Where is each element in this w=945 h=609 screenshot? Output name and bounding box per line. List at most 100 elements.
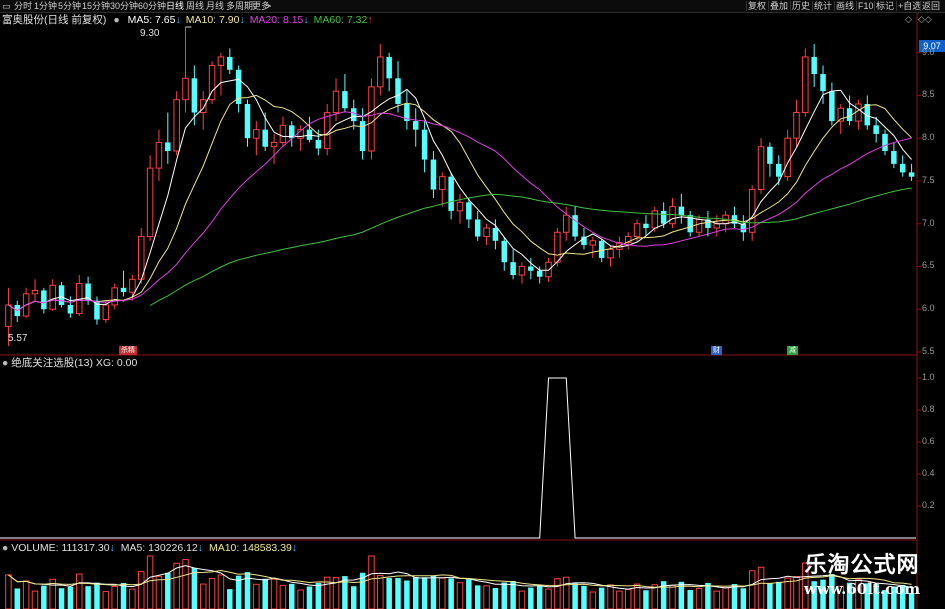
ma-legend-item-2: MA20: 8.15↓ xyxy=(250,14,309,26)
candle-body-down xyxy=(165,142,171,152)
volume-bar-down xyxy=(412,576,419,609)
candle-body-up xyxy=(633,223,641,238)
volume-bar-down xyxy=(306,586,313,609)
ma-legend-item-3: MA60: 7.32↑ xyxy=(314,14,373,26)
volume-bar-down xyxy=(227,589,233,609)
candle-body-down xyxy=(41,290,47,310)
ma-legend-arrow: ↑ xyxy=(367,14,373,26)
main-y-tick-label: 8.0 xyxy=(922,132,935,143)
candle-body-up xyxy=(279,124,287,143)
ma-legend-arrow: ↓ xyxy=(175,14,181,26)
candle-body-up xyxy=(377,56,384,88)
volume-bar-up xyxy=(722,587,729,609)
volume-bar-up xyxy=(102,591,110,609)
candle-body-up xyxy=(669,206,676,225)
ma-legend-arrow: ↓ xyxy=(303,14,309,26)
main-y-tick-label: 5.5 xyxy=(922,346,935,356)
volume-bar-down xyxy=(705,582,711,609)
volume-bar-down xyxy=(731,584,738,609)
candle-body-down xyxy=(421,129,428,160)
volume-bar-down xyxy=(85,586,91,609)
volume-label: VOLUME: xyxy=(11,542,59,554)
volume-bar-down xyxy=(687,590,693,609)
chart-svg xyxy=(0,13,921,609)
candle-body-up xyxy=(439,176,446,190)
event-tag-finance[interactable]: 财 xyxy=(711,346,722,355)
volume-bar-down xyxy=(94,582,100,609)
indicator-y-tick-label: 0.2 xyxy=(922,500,935,510)
indicator-y-tick-label: 0.8 xyxy=(922,404,935,414)
arrows-icon[interactable]: ◇◇ xyxy=(918,13,940,25)
ma-legend-value: 7.90 xyxy=(219,14,240,26)
main-y-tick-label: 6.0 xyxy=(922,303,935,314)
volume-bar-up xyxy=(31,590,39,609)
candle-body-down xyxy=(767,146,773,164)
candle-body-down xyxy=(342,91,348,109)
ma-legend-value: 8.15 xyxy=(282,14,304,26)
event-tag-sell[interactable]: 杀精 xyxy=(119,346,137,355)
candle-body-down xyxy=(492,227,499,241)
volume-bar-up xyxy=(368,555,375,609)
candle-body-up xyxy=(173,99,180,152)
candle-body-down xyxy=(820,74,826,92)
candle-body-down xyxy=(386,56,392,79)
volume-bar-down xyxy=(598,587,605,609)
candle-body-down xyxy=(643,223,649,228)
high-label: 9.30 xyxy=(140,28,160,39)
candle-body-down xyxy=(227,56,233,70)
volume-bar-down xyxy=(165,572,171,609)
candle-body-up xyxy=(695,218,703,233)
candle-body-down xyxy=(776,163,782,177)
volume-bar-up xyxy=(589,591,597,609)
volume-ma10-value: 148583.39 xyxy=(242,542,292,554)
candle-body-down xyxy=(448,176,454,211)
candle-body-up xyxy=(5,304,12,327)
volume-bar-up xyxy=(607,584,614,609)
ma-dot-icon: ● xyxy=(113,14,120,26)
indicator-y-tick-label: 1.0 xyxy=(922,372,935,382)
candle-body-up xyxy=(49,284,56,310)
main-panel-header: 富奥股份(日线 前复权) ● MA5: 7.65↓ MA10: 7.90↓ MA20… xyxy=(2,13,373,27)
main-y-tick-label: 9.0 xyxy=(922,46,935,57)
indicator-panel-header: ● 绝底关注选股(13) XG: 0.00 xyxy=(2,356,137,370)
candle-body-down xyxy=(58,285,65,305)
volume-bar-up xyxy=(483,585,490,609)
watermark-url: www.60lt.com xyxy=(803,580,921,598)
candle-body-up xyxy=(155,141,163,169)
candle-body-down xyxy=(191,78,198,113)
candle-body-up xyxy=(793,112,800,139)
volume-bar-up xyxy=(22,580,30,609)
candle-body-down xyxy=(466,202,472,220)
volume-bar-up xyxy=(270,578,278,609)
volume-ma10-label: MA10: xyxy=(208,542,240,554)
volume-arrow: ↓ xyxy=(109,542,115,554)
volume-bar-up xyxy=(208,578,216,609)
volume-ma5-arrow: ↓ xyxy=(197,542,204,554)
volume-bar-down xyxy=(643,590,649,609)
diamond-icon[interactable]: ◇ xyxy=(905,13,915,25)
volume-bar-up xyxy=(545,588,552,609)
candle-body-up xyxy=(368,86,375,152)
volume-bar-down xyxy=(528,587,534,609)
ma-legend-label: MA20: xyxy=(249,14,283,26)
candle-body-up xyxy=(332,90,340,114)
candle-body-down xyxy=(395,78,401,104)
candle-body-down xyxy=(501,240,508,263)
ma-legend-item-1: MA10: 7.90↓ xyxy=(186,14,245,26)
volume-bar-down xyxy=(351,586,357,609)
candle-body-up xyxy=(855,103,862,122)
ma-legend-value: 7.65 xyxy=(155,14,176,26)
candle-body-up xyxy=(483,227,490,238)
volume-ma5-label: MA5: xyxy=(120,542,146,554)
indicator-y-tick-label: 0.6 xyxy=(922,436,935,446)
candle-body-down xyxy=(67,304,74,314)
volume-bar-down xyxy=(41,585,47,609)
volume-bar-down xyxy=(120,582,127,609)
candle-body-down xyxy=(510,262,516,276)
candle-body-up xyxy=(146,167,154,238)
event-tag-reduce[interactable]: 减 xyxy=(787,346,798,355)
candle-body-up xyxy=(607,248,614,259)
volume-bar-up xyxy=(173,562,180,609)
ma-legend-arrow: ↓ xyxy=(239,14,245,26)
candle-body-up xyxy=(111,287,118,306)
